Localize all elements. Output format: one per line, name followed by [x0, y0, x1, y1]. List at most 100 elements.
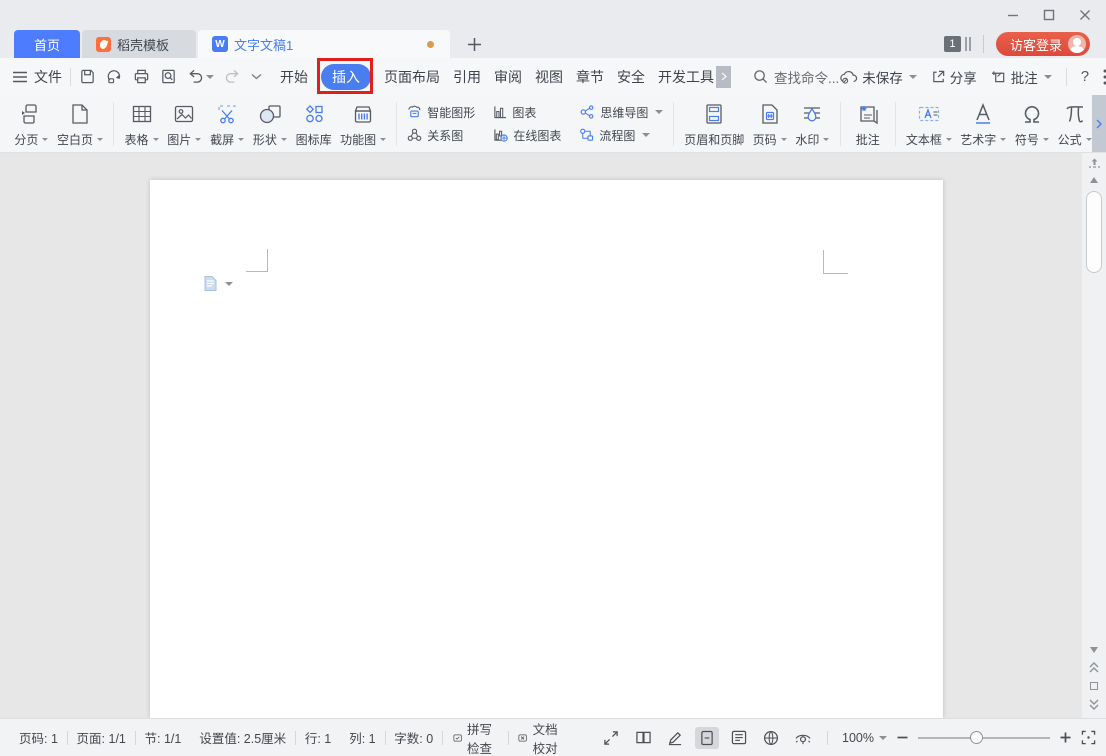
customize-toolbar-button[interactable]: [251, 73, 262, 80]
web-layout-button[interactable]: [759, 727, 783, 749]
guest-login-button[interactable]: 访客登录: [996, 32, 1090, 56]
proofread-icon: [518, 731, 527, 745]
comment-button[interactable]: 批注: [991, 67, 1052, 87]
page-break-label: 分页: [14, 131, 38, 148]
menu-tab-home[interactable]: 开始: [280, 67, 308, 87]
help-button[interactable]: ?: [1081, 68, 1089, 85]
menu-tab-section[interactable]: 章节: [576, 67, 604, 87]
ribbon-overflow-button[interactable]: [1092, 95, 1106, 152]
blank-page-button[interactable]: 空白页: [53, 100, 107, 148]
header-footer-button[interactable]: 页眉和页脚: [680, 100, 748, 148]
search-icon: [753, 69, 768, 84]
menu-tab-insert[interactable]: 插入: [321, 64, 371, 90]
word-art-button[interactable]: 艺术字: [956, 100, 1010, 148]
minimize-button[interactable]: [1006, 8, 1020, 22]
eye-protection-button[interactable]: [791, 727, 815, 749]
header-footer-label: 页眉和页脚: [684, 131, 744, 148]
write-mode-button[interactable]: [663, 727, 687, 749]
menu-tab-references[interactable]: 引用: [453, 67, 481, 87]
dropdown-arrow-icon: [281, 138, 287, 141]
page-view-icon: [700, 730, 714, 746]
close-button[interactable]: [1078, 8, 1092, 22]
symbol-button[interactable]: 符号: [1010, 100, 1053, 148]
find-command-button[interactable]: 查找命令...: [753, 67, 839, 87]
relationship-diagram-button[interactable]: 关系图: [407, 127, 475, 144]
function-diagram-button[interactable]: 功能图: [336, 100, 390, 148]
status-page-count[interactable]: 页面: 1/1: [68, 728, 135, 747]
status-word-count[interactable]: 字数: 0: [385, 728, 442, 747]
page-view-button[interactable]: [695, 727, 719, 749]
ruler-toggle-button[interactable]: [1088, 158, 1101, 169]
share-button[interactable]: 分享: [931, 67, 977, 87]
flowchart-label: 流程图: [599, 127, 635, 144]
fit-page-button[interactable]: [1081, 730, 1096, 745]
menu-tab-dev-tools[interactable]: 开发工具: [658, 67, 714, 87]
zoom-in-button[interactable]: [1059, 731, 1072, 744]
table-label: 表格: [125, 131, 149, 148]
zoom-slider-knob[interactable]: [970, 731, 983, 744]
select-browse-object-button[interactable]: [1090, 682, 1098, 690]
dropdown-arrow-icon: [909, 75, 917, 79]
flowchart-button[interactable]: 流程图: [579, 127, 663, 144]
zoom-slider[interactable]: [918, 731, 1050, 745]
menu-tab-review[interactable]: 审阅: [494, 67, 522, 87]
save-status-button[interactable]: 未保存: [839, 67, 917, 87]
print-preview-button[interactable]: [160, 68, 177, 85]
status-page-number[interactable]: 页码: 1: [10, 728, 67, 747]
menu-tab-security[interactable]: 安全: [617, 67, 645, 87]
text-box-button[interactable]: 文本框: [902, 100, 956, 148]
zoom-level-button[interactable]: 100%: [842, 731, 887, 745]
tab-home[interactable]: 首页: [14, 30, 80, 58]
formula-button[interactable]: 公式: [1053, 100, 1096, 148]
flowchart-icon: [579, 128, 594, 142]
page-number-icon: [759, 100, 781, 126]
new-tab-button[interactable]: [454, 30, 494, 58]
scroll-up-button[interactable]: [1090, 177, 1098, 183]
book-icon: [635, 730, 652, 745]
icon-library-button[interactable]: 图标库: [291, 100, 336, 148]
tab-docer-templates[interactable]: 稻壳模板: [82, 30, 196, 58]
menu-tab-page-layout[interactable]: 页面布局: [384, 67, 440, 87]
status-section[interactable]: 节: 1/1: [136, 728, 191, 747]
screenshot-button[interactable]: 截屏: [206, 100, 249, 148]
insert-comment-button[interactable]: 批注: [847, 100, 889, 148]
previous-page-button[interactable]: [1089, 662, 1099, 673]
picture-button[interactable]: 图片: [163, 100, 206, 148]
shapes-button[interactable]: 形状: [248, 100, 291, 148]
page-number-button[interactable]: 页码: [748, 100, 791, 148]
zoom-out-button[interactable]: [896, 731, 909, 744]
watermark-button[interactable]: 水印: [791, 100, 834, 148]
next-page-button[interactable]: [1089, 699, 1099, 710]
content-placeholder-button[interactable]: [203, 275, 233, 292]
table-button[interactable]: 表格: [120, 100, 163, 148]
page-number-label: 页码: [753, 131, 777, 148]
divider: [70, 68, 71, 86]
fullscreen-view-button[interactable]: [599, 727, 623, 749]
redo-button[interactable]: [224, 69, 241, 84]
outline-view-button[interactable]: [727, 727, 751, 749]
mind-map-button[interactable]: 思维导图: [579, 104, 663, 121]
window-count-badge[interactable]: 1: [944, 36, 961, 52]
undo-button[interactable]: [187, 69, 214, 84]
status-margin-setting[interactable]: 设置值: 2.5厘米: [190, 728, 295, 747]
save-button[interactable]: [79, 68, 96, 85]
proofread-button[interactable]: 文档校对: [508, 719, 573, 756]
file-menu-button[interactable]: 文件: [12, 67, 62, 87]
scroll-down-button[interactable]: [1090, 647, 1098, 653]
smart-graphics-button[interactable]: 智能图形: [407, 104, 475, 121]
picture-label: 图片: [167, 131, 191, 148]
print-button[interactable]: [133, 68, 150, 85]
menu-tab-view[interactable]: 视图: [535, 67, 563, 87]
export-pdf-button[interactable]: [106, 68, 123, 85]
proofread-label: 文档校对: [533, 719, 564, 756]
dropdown-arrow-icon: [238, 138, 244, 141]
more-tabs-button[interactable]: [716, 66, 731, 88]
scrollbar-thumb[interactable]: [1086, 191, 1102, 273]
read-mode-button[interactable]: [631, 727, 655, 749]
online-chart-button[interactable]: 在线图表: [493, 127, 561, 144]
tab-document-1[interactable]: W 文字文稿1: [198, 30, 450, 58]
maximize-button[interactable]: [1042, 8, 1056, 22]
page-break-button[interactable]: 分页: [10, 100, 53, 148]
spell-check-button[interactable]: 拼写检查: [443, 719, 508, 756]
chart-button[interactable]: 图表: [493, 104, 561, 121]
